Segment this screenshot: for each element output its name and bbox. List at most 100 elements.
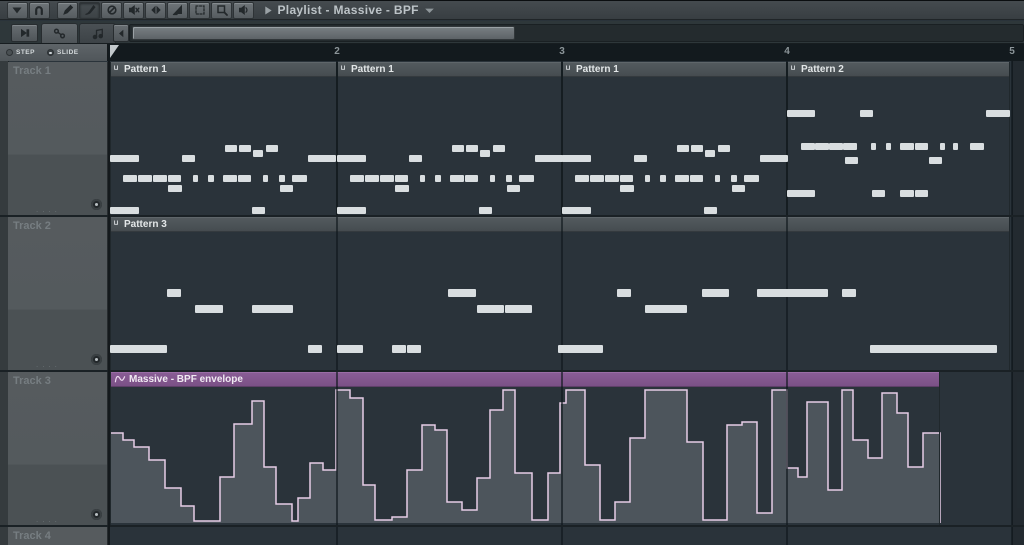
note-block xyxy=(208,175,214,182)
pattern-clip[interactable]: Pattern 1 xyxy=(562,62,787,215)
tool-button-group xyxy=(0,2,255,19)
magnet-icon xyxy=(33,4,45,16)
note-block xyxy=(279,175,285,182)
note-block xyxy=(940,143,945,150)
note-block xyxy=(872,190,885,197)
note-block xyxy=(167,289,181,297)
pattern-clip[interactable]: Pattern 1 xyxy=(337,62,562,215)
pattern-clip-header[interactable]: Pattern 3 xyxy=(111,217,1009,232)
pattern-clip[interactable]: Pattern 2 xyxy=(787,62,1010,215)
track-header[interactable]: Track 4.... xyxy=(8,527,108,545)
zoom-button[interactable] xyxy=(211,2,232,19)
wave-icon xyxy=(114,374,126,385)
track-header[interactable]: Track 3.... xyxy=(8,372,108,525)
horizontal-scrollbar-thumb[interactable] xyxy=(132,26,515,40)
note-block xyxy=(365,175,379,182)
tab-clips[interactable] xyxy=(41,23,78,43)
note-block xyxy=(645,175,650,182)
note-block xyxy=(705,150,715,157)
note-block xyxy=(519,175,534,182)
snap-mode-panel: STEP SLIDE xyxy=(0,44,108,61)
clip-label: Pattern 3 xyxy=(124,219,167,230)
track-header[interactable]: Track 1.... xyxy=(8,62,108,215)
note-block xyxy=(691,145,703,152)
step-radio[interactable] xyxy=(6,49,13,56)
note-block xyxy=(675,175,689,182)
playlist-window: Playlist - Massive - BPF STEP SLIDE 2345… xyxy=(0,0,1024,545)
note-block xyxy=(870,345,997,353)
note-block xyxy=(843,143,857,150)
pattern-clip-header[interactable]: Pattern 1 xyxy=(338,62,561,77)
timeline-ruler[interactable]: 2345 xyxy=(108,44,1024,61)
note-block xyxy=(253,150,263,157)
track-name: Track 3 xyxy=(13,375,51,387)
pattern-clip-header[interactable]: Pattern 1 xyxy=(111,62,336,77)
pattern-picker-button[interactable] xyxy=(11,24,38,42)
track-separator xyxy=(0,370,1024,372)
note-block xyxy=(562,207,591,214)
paint-button[interactable] xyxy=(79,2,100,19)
slip-icon xyxy=(150,4,162,16)
note-block xyxy=(110,155,139,162)
track-grip-dots: .... xyxy=(36,360,61,369)
note-block xyxy=(715,175,720,182)
automation-clip[interactable]: Massive - BPF envelope xyxy=(110,372,940,525)
track-name: Track 4 xyxy=(13,530,51,542)
playhead-marker[interactable] xyxy=(110,45,120,59)
track-name: Track 1 xyxy=(13,65,51,77)
scroll-left-button[interactable] xyxy=(113,24,129,42)
note-block xyxy=(195,305,223,313)
select-button[interactable] xyxy=(189,2,210,19)
titleplay-icon xyxy=(263,5,274,16)
note-block xyxy=(645,305,687,313)
tab-audio[interactable] xyxy=(79,23,116,43)
note-block xyxy=(110,345,167,353)
note-block xyxy=(225,145,237,152)
note-block xyxy=(704,207,717,214)
clip-icon xyxy=(566,65,573,73)
note-block xyxy=(757,289,828,297)
note-block xyxy=(420,175,425,182)
note-block xyxy=(590,175,604,182)
slice-button[interactable] xyxy=(167,2,188,19)
note-block xyxy=(787,190,815,197)
title-dropdown-icon[interactable] xyxy=(424,5,435,16)
note-block xyxy=(252,305,293,313)
note-block xyxy=(110,207,139,214)
note-block xyxy=(690,175,703,182)
note-block xyxy=(860,110,873,117)
automation-clip-header[interactable]: Massive - BPF envelope xyxy=(111,372,939,387)
note-block xyxy=(731,175,737,182)
snap-button[interactable] xyxy=(29,2,50,19)
note-block xyxy=(168,175,181,182)
bar-number: 5 xyxy=(1002,46,1022,57)
main-menu-button[interactable] xyxy=(7,2,28,19)
bar-number: 2 xyxy=(327,46,347,57)
pattern-clip-header[interactable]: Pattern 1 xyxy=(563,62,786,77)
track-led[interactable] xyxy=(91,354,102,365)
note-block xyxy=(168,185,182,192)
horizontal-scrollbar[interactable] xyxy=(129,24,1024,42)
pattern-clip[interactable]: Pattern 1 xyxy=(110,62,337,215)
note-block xyxy=(702,289,729,297)
clip-label: Pattern 1 xyxy=(576,64,619,75)
slide-radio[interactable] xyxy=(47,49,54,56)
slip-button[interactable] xyxy=(145,2,166,19)
draw-button[interactable] xyxy=(57,2,78,19)
note-block xyxy=(392,345,406,353)
track-header[interactable]: Track 2.... xyxy=(8,217,108,370)
note-block xyxy=(477,305,504,313)
note-block xyxy=(507,185,520,192)
title-arrow-icon[interactable] xyxy=(263,5,274,16)
mute-icon xyxy=(128,4,140,16)
track-led[interactable] xyxy=(91,509,102,520)
toolbar-main: Playlist - Massive - BPF xyxy=(0,0,1024,20)
pattern-clip-header[interactable]: Pattern 2 xyxy=(788,62,1009,77)
note-block xyxy=(479,207,492,214)
clip-icon xyxy=(114,220,121,228)
mute-button[interactable] xyxy=(123,2,144,19)
note-block xyxy=(480,150,490,157)
delete-button[interactable] xyxy=(101,2,122,19)
playback-button[interactable] xyxy=(233,2,254,19)
track-led[interactable] xyxy=(91,199,102,210)
